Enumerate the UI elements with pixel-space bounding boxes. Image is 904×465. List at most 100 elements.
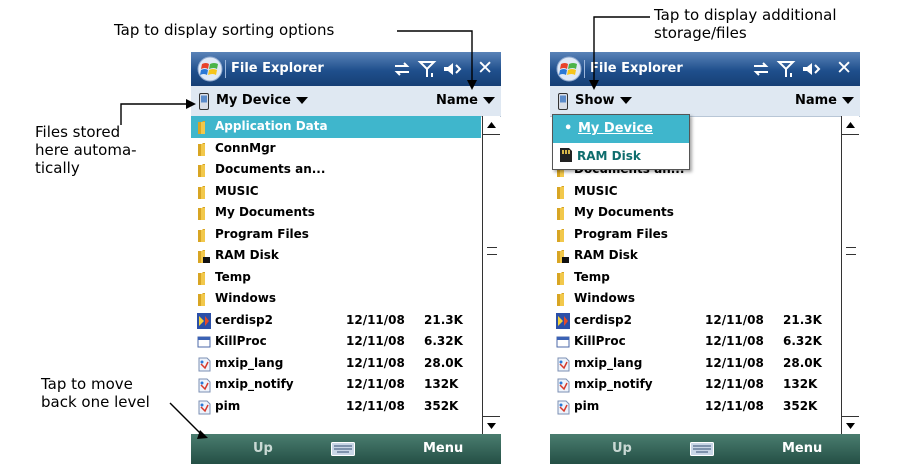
scroll-down-button[interactable]: [483, 416, 500, 435]
sort-dropdown[interactable]: Name: [795, 93, 854, 108]
exe-icon: [197, 336, 211, 348]
menu-softkey[interactable]: Menu: [782, 441, 822, 456]
list-item[interactable]: KillProc 12/11/08 6.32K: [550, 331, 840, 353]
file-list: Application Data ConnMgr Documents an... MU…: [191, 116, 481, 434]
selected-bullet-icon: •: [564, 121, 573, 136]
item-size: 352K: [424, 398, 459, 413]
windows-start-icon[interactable]: [556, 56, 582, 82]
signal-icon[interactable]: [417, 59, 437, 79]
item-name: pim: [215, 398, 241, 413]
list-item[interactable]: My Documents: [191, 202, 481, 224]
list-item[interactable]: pim 12/11/08 352K: [550, 396, 840, 418]
memory-card-icon: [560, 148, 572, 162]
item-name: mxip_notify: [574, 377, 653, 391]
list-item[interactable]: Windows: [550, 288, 840, 310]
list-item[interactable]: Windows: [191, 288, 481, 310]
location-dropdown[interactable]: My Device: [216, 93, 308, 108]
menu-item-ram-disk[interactable]: RAM Disk: [553, 143, 689, 169]
up-softkey[interactable]: Up: [253, 441, 273, 456]
scroll-up-button[interactable]: [483, 116, 500, 135]
item-name: pim: [574, 398, 600, 413]
list-item[interactable]: cerdisp2 12/11/08 21.3K: [550, 310, 840, 332]
item-name: KillProc: [215, 334, 267, 348]
back-callout-line2: back one level: [41, 393, 150, 411]
list-item[interactable]: Program Files: [550, 224, 840, 246]
item-size: 352K: [783, 398, 818, 413]
list-item[interactable]: KillProc 12/11/08 6.32K: [191, 331, 481, 353]
file-icon: [198, 400, 211, 414]
vertical-scrollbar[interactable]: [841, 116, 859, 434]
folder-icon: [198, 228, 205, 242]
title-bar: File Explorer ✕: [550, 52, 860, 86]
location-label: My Device: [216, 93, 291, 108]
list-item[interactable]: mxip_notify 12/11/08 132K: [191, 374, 481, 396]
list-item[interactable]: Temp: [550, 267, 840, 289]
scroll-thumb-grip[interactable]: [487, 247, 497, 255]
show-dropdown[interactable]: Show: [575, 93, 632, 108]
up-softkey[interactable]: Up: [612, 441, 632, 456]
list-item[interactable]: RAM Disk: [191, 245, 481, 267]
list-item[interactable]: MUSIC: [191, 181, 481, 203]
scroll-down-button[interactable]: [842, 416, 859, 435]
exe-icon: [556, 336, 570, 348]
chevron-down-icon: [619, 97, 632, 104]
list-item[interactable]: MUSIC: [550, 181, 840, 203]
list-item[interactable]: Documents an...: [191, 159, 481, 181]
item-size: 6.32K: [424, 334, 463, 348]
menu-softkey[interactable]: Menu: [423, 441, 463, 456]
sort-dropdown[interactable]: Name: [436, 93, 495, 108]
window-title: File Explorer: [231, 61, 324, 76]
item-name: mxip_lang: [574, 355, 643, 370]
keyboard-icon[interactable]: [331, 442, 355, 456]
chevron-down-icon: [483, 97, 495, 104]
menu-item-my-device[interactable]: • My Device: [553, 115, 689, 143]
location-toolbar: My Device Name: [191, 86, 501, 117]
scroll-up-button[interactable]: [842, 116, 859, 135]
folder-icon: [198, 293, 205, 306]
keyboard-icon[interactable]: [690, 442, 714, 456]
app-icon: [556, 312, 570, 329]
item-date: 12/11/08: [346, 312, 405, 327]
connectivity-icon[interactable]: [392, 59, 412, 79]
file-explorer-window-left: File Explorer ✕ My Device Name Applicati…: [191, 52, 501, 464]
item-name: Temp: [215, 269, 251, 284]
arrow-down-icon: [846, 423, 855, 429]
scroll-thumb-grip[interactable]: [846, 247, 856, 255]
item-date: 12/11/08: [705, 377, 764, 391]
files-leader-line: [120, 103, 188, 125]
item-name: MUSIC: [574, 183, 618, 198]
item-date: 12/11/08: [346, 398, 405, 413]
list-item[interactable]: mxip_lang 12/11/08 28.0K: [550, 353, 840, 375]
list-item[interactable]: ConnMgr: [191, 138, 481, 160]
vertical-scrollbar[interactable]: [482, 116, 500, 434]
list-item[interactable]: Program Files: [191, 224, 481, 246]
files-callout-line1: Files stored: [35, 123, 121, 141]
volume-icon[interactable]: [442, 59, 462, 79]
list-item[interactable]: RAM Disk: [550, 245, 840, 267]
item-date: 12/11/08: [705, 334, 764, 348]
storage-folder-icon: [557, 250, 569, 263]
softkey-bar: Up Menu: [550, 434, 860, 464]
sorting-callout: Tap to display sorting options: [114, 21, 335, 39]
list-item[interactable]: mxip_lang 12/11/08 28.0K: [191, 353, 481, 375]
list-item[interactable]: Application Data: [191, 116, 481, 138]
windows-start-icon[interactable]: [197, 56, 223, 82]
item-name: KillProc: [574, 334, 626, 348]
back-callout-line1: Tap to move: [41, 375, 133, 393]
close-icon[interactable]: ✕: [836, 57, 852, 79]
list-item[interactable]: mxip_notify 12/11/08 132K: [550, 374, 840, 396]
list-item[interactable]: cerdisp2 12/11/08 21.3K: [191, 310, 481, 332]
connectivity-icon[interactable]: [751, 59, 771, 79]
list-item[interactable]: My Documents: [550, 202, 840, 224]
folder-icon: [557, 271, 564, 285]
list-item[interactable]: Temp: [191, 267, 481, 289]
file-icon: [198, 378, 211, 393]
chevron-down-icon: [842, 97, 854, 104]
close-icon[interactable]: ✕: [477, 57, 493, 79]
menu-item-label: My Device: [578, 121, 653, 136]
item-name: RAM Disk: [574, 248, 638, 262]
volume-icon[interactable]: [801, 59, 821, 79]
device-icon: [199, 93, 209, 110]
signal-icon[interactable]: [776, 59, 796, 79]
list-item[interactable]: pim 12/11/08 352K: [191, 396, 481, 418]
